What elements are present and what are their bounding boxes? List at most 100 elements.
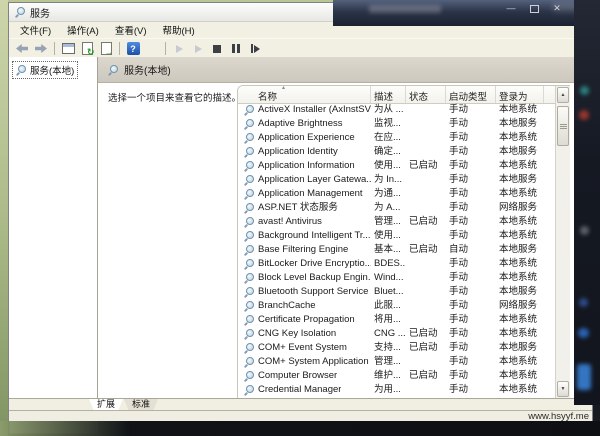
background-window-title-blur	[369, 5, 441, 13]
service-row[interactable]: ActiveX Installer (AxInstSV) 为从 ... 手动 本…	[238, 103, 555, 117]
service-row[interactable]: Base Filtering Engine 基本... 已启动 自动 本地服务	[238, 243, 555, 257]
service-logon-as: 本地系统	[496, 313, 544, 327]
service-logon-as: 本地系统	[496, 103, 544, 117]
forward-icon[interactable]	[32, 41, 50, 57]
service-status	[406, 285, 446, 299]
menu-item[interactable]: 帮助(H)	[154, 21, 202, 39]
service-icon	[244, 133, 254, 143]
service-description: 基本...	[371, 243, 406, 257]
column-header[interactable]: ▴名称	[238, 86, 371, 103]
help-icon[interactable]: ?	[124, 41, 142, 57]
minimize-button[interactable]: —	[504, 2, 518, 14]
service-logon-as: 本地系统	[496, 187, 544, 201]
service-row[interactable]: Application Management 为通... 手动 本地系统	[238, 187, 555, 201]
service-icon	[244, 105, 254, 115]
service-row[interactable]: Adaptive Brightness 监视... 手动 本地服务	[238, 117, 555, 131]
service-startup-type: 手动	[446, 383, 496, 397]
service-name: Adaptive Brightness	[258, 117, 343, 131]
service-row[interactable]: COM+ Event System 支持... 已启动 手动 本地服务	[238, 341, 555, 355]
restart-service-icon[interactable]	[246, 41, 264, 57]
service-name: Background Intelligent Tr...	[258, 229, 370, 243]
service-description: 为 A...	[371, 201, 406, 215]
service-row[interactable]: Application Layer Gatewa... 为 In... 手动 本…	[238, 173, 555, 187]
status-bar: www.hsyyf.me	[9, 410, 592, 421]
service-startup-type: 手动	[446, 355, 496, 369]
service-row[interactable]: Block Level Backup Engin... Wind... 手动 本…	[238, 271, 555, 285]
service-icon	[244, 301, 254, 311]
service-row[interactable]: Application Identity 确定... 手动 本地服务	[238, 145, 555, 159]
maximize-button[interactable]	[527, 2, 541, 14]
service-description: 使用...	[371, 229, 406, 243]
service-name: ASP.NET 状态服务	[258, 201, 338, 215]
services-header-icon	[108, 65, 118, 75]
screen: 服务 文件(F)操作(A)查看(V)帮助(H) ↻ → ? 服务(本地)	[0, 0, 600, 436]
service-row[interactable]: Application Experience 在应... 手动 本地系统	[238, 131, 555, 145]
service-status: 已启动	[406, 243, 446, 257]
service-description: 为从 ...	[371, 103, 406, 117]
stop-service-icon[interactable]	[208, 41, 226, 57]
services-window: 服务 文件(F)操作(A)查看(V)帮助(H) ↻ → ? 服务(本地)	[8, 2, 593, 421]
scroll-up-button[interactable]: ▲	[557, 87, 569, 103]
export-list-icon[interactable]: →	[97, 41, 115, 57]
pause-service-icon[interactable]	[227, 41, 245, 57]
column-header[interactable]: ▴状态	[406, 86, 446, 103]
toolbar-separator	[54, 42, 55, 55]
service-logon-as: 本地系统	[496, 257, 544, 271]
service-row[interactable]: Credential Manager 为用... 手动 本地系统	[238, 383, 555, 397]
service-row[interactable]: Bluetooth Support Service Bluet... 手动 本地…	[238, 285, 555, 299]
column-header[interactable]: ▴登录为	[496, 86, 544, 103]
view-tabs-row: 扩展标准	[9, 398, 592, 410]
service-icon	[244, 217, 254, 227]
service-startup-type: 手动	[446, 117, 496, 131]
start-service-icon[interactable]	[170, 41, 188, 57]
column-header[interactable]: ▴描述	[371, 86, 406, 103]
service-row[interactable]: Application Information 使用... 已启动 手动 本地系…	[238, 159, 555, 173]
service-row[interactable]: BranchCache 此服... 手动 网络服务	[238, 299, 555, 313]
service-logon-as: 本地系统	[496, 355, 544, 369]
service-description: 在应...	[371, 131, 406, 145]
service-row[interactable]: avast! Antivirus 管理... 已启动 手动 本地系统	[238, 215, 555, 229]
service-status	[406, 145, 446, 159]
scroll-thumb[interactable]	[557, 106, 569, 146]
service-status	[406, 383, 446, 397]
service-description: 为 In...	[371, 173, 406, 187]
service-row[interactable]: BitLocker Drive Encryptio... BDES... 手动 …	[238, 257, 555, 271]
show-window-icon[interactable]	[59, 41, 77, 57]
service-startup-type: 手动	[446, 145, 496, 159]
service-row[interactable]: CNG Key Isolation CNG ... 已启动 手动 本地系统	[238, 327, 555, 341]
service-logon-as: 本地服务	[496, 341, 544, 355]
menu-item[interactable]: 操作(A)	[59, 21, 107, 39]
resume-service-icon[interactable]	[189, 41, 207, 57]
desktop-background	[0, 0, 8, 436]
service-status: 已启动	[406, 327, 446, 341]
service-name: CNG Key Isolation	[258, 327, 336, 341]
back-icon[interactable]	[13, 41, 31, 57]
service-startup-type: 手动	[446, 271, 496, 285]
column-header[interactable]: ▴启动类型	[446, 86, 496, 103]
menu-item[interactable]: 查看(V)	[107, 21, 155, 39]
vertical-scrollbar[interactable]: ▲ ▼	[555, 86, 570, 398]
service-description: 维护...	[371, 369, 406, 383]
service-row[interactable]: Background Intelligent Tr... 使用... 手动 本地…	[238, 229, 555, 243]
service-name: COM+ System Application	[258, 355, 369, 369]
refresh-icon[interactable]: ↻	[78, 41, 96, 57]
service-startup-type: 手动	[446, 159, 496, 173]
close-button[interactable]: ✕	[550, 2, 564, 14]
service-startup-type: 手动	[446, 369, 496, 383]
scroll-down-button[interactable]: ▼	[557, 381, 569, 397]
menu-item[interactable]: 文件(F)	[12, 21, 59, 39]
service-icon	[244, 147, 254, 157]
service-status: 已启动	[406, 341, 446, 355]
service-name: Application Identity	[258, 145, 338, 159]
service-icon	[244, 385, 254, 395]
console-tree-icon[interactable]	[143, 41, 161, 57]
service-row[interactable]: Certificate Propagation 将用... 手动 本地系统	[238, 313, 555, 327]
service-description: 使用...	[371, 159, 406, 173]
service-row[interactable]: Computer Browser 维护... 已启动 手动 本地系统	[238, 369, 555, 383]
service-status	[406, 201, 446, 215]
tree-item-services-local[interactable]: 服务(本地)	[13, 62, 77, 78]
service-icon	[244, 315, 254, 325]
service-status	[406, 257, 446, 271]
service-row[interactable]: COM+ System Application 管理... 手动 本地系统	[238, 355, 555, 369]
service-row[interactable]: ASP.NET 状态服务 为 A... 手动 网络服务	[238, 201, 555, 215]
